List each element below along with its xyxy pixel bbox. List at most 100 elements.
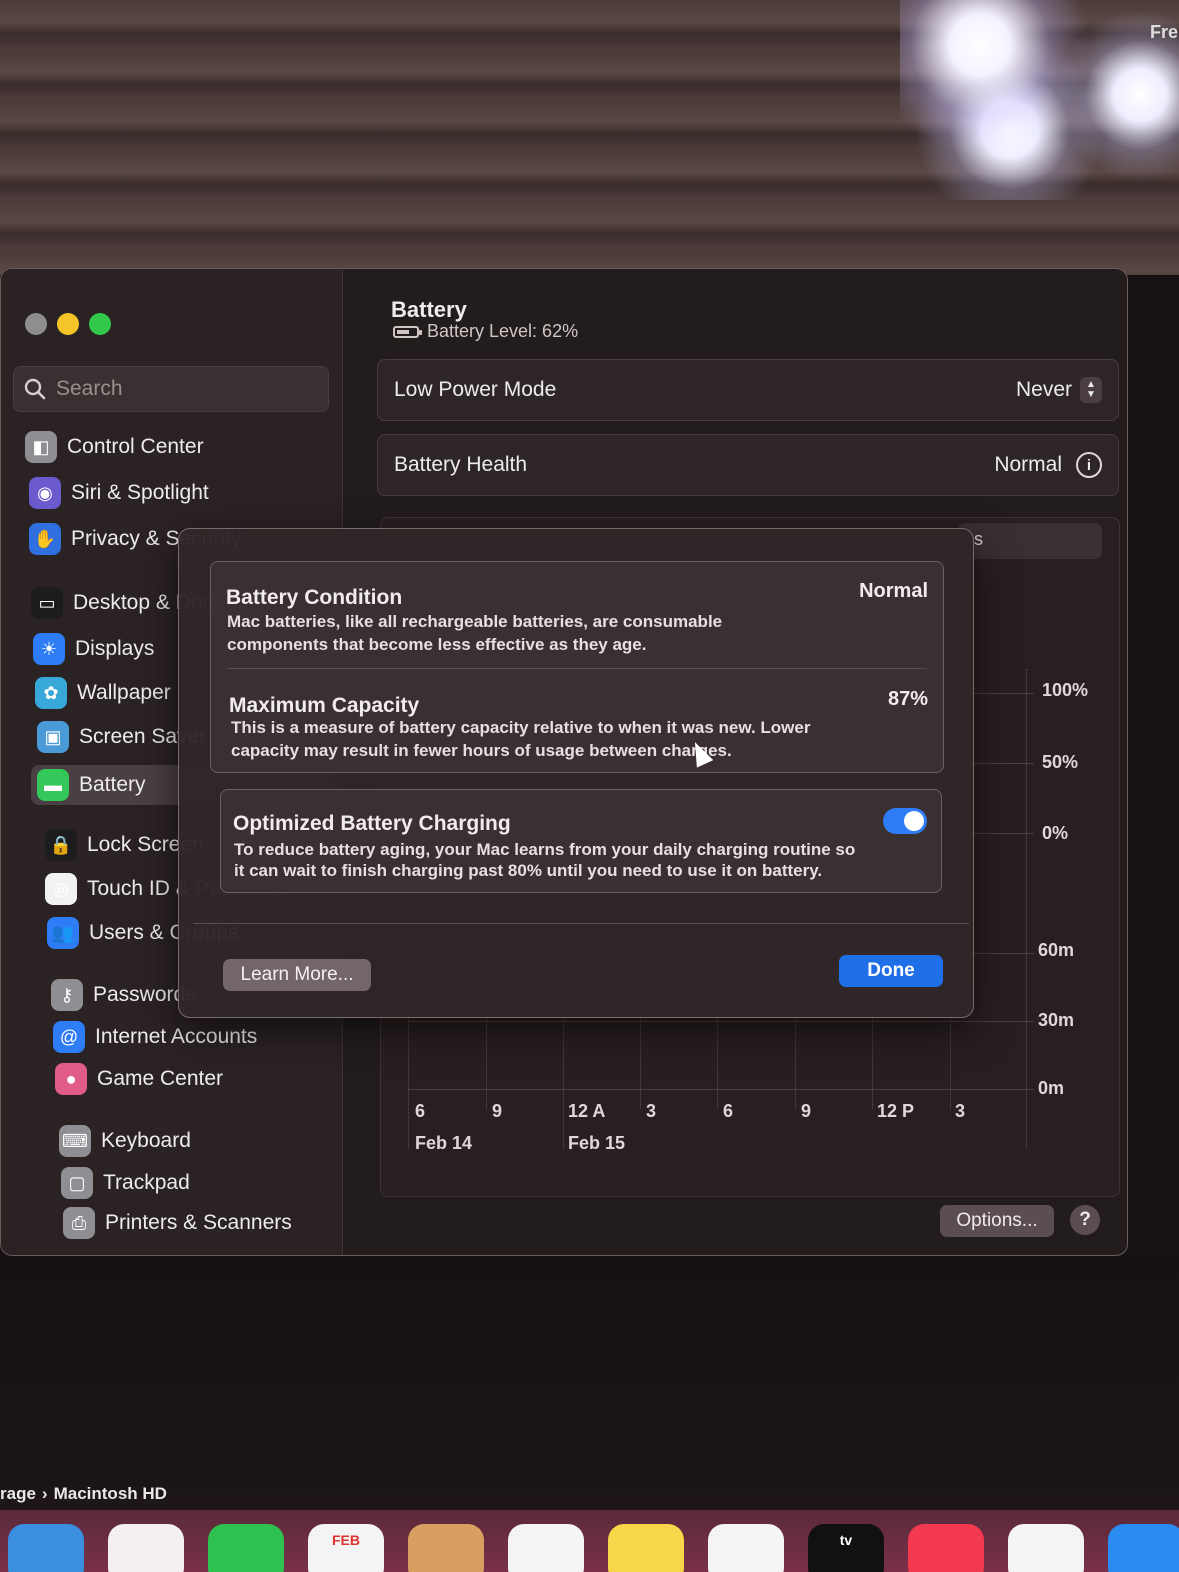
apple-tv-icon[interactable]: tv <box>808 1524 884 1572</box>
control-center-icon: ◧ <box>25 431 57 463</box>
dock-icon-glyph: tv <box>839 1532 853 1548</box>
time-tick-label: 9 <box>801 1101 812 1121</box>
sidebar-item-control-center[interactable]: ◧ Control Center <box>25 431 204 463</box>
date-label: Feb 14 <box>415 1133 473 1153</box>
hand-icon: ✋ <box>29 523 61 555</box>
time-tick-label: 9 <box>492 1101 503 1121</box>
sidebar-item-wallpaper[interactable]: ✿ Wallpaper <box>35 677 171 709</box>
time-tick-label: 6 <box>723 1101 734 1121</box>
notes-icon[interactable] <box>608 1524 684 1572</box>
usage-axis-label: 30m <box>1038 1010 1075 1030</box>
sidebar-item-game-center[interactable]: ● Game Center <box>55 1063 223 1095</box>
minimize-button[interactable] <box>57 313 79 335</box>
battery-condition-title: Battery Condition <box>226 586 403 609</box>
trackpad-icon: ▢ <box>61 1167 93 1199</box>
sun-icon: ☀ <box>33 633 65 665</box>
learn-more-button[interactable]: Learn More... <box>223 959 371 991</box>
divider <box>227 668 927 669</box>
printer-icon: ⎙ <box>63 1207 95 1239</box>
low-power-mode-value: Never <box>1015 378 1072 401</box>
battery-condition-desc: Mac batteries, like all rechargeable bat… <box>227 612 723 631</box>
time-tick-label: 3 <box>646 1101 657 1121</box>
footer-divider <box>193 923 969 924</box>
chevron-up-down-icon: ▲ ▼ <box>1080 377 1102 403</box>
reminders-icon[interactable] <box>508 1524 584 1572</box>
date-label: Feb 15 <box>568 1133 626 1153</box>
sidebar-item-displays[interactable]: ☀ Displays <box>33 633 154 665</box>
low-power-mode-row: Low Power Mode Never ▲ ▼ <box>377 359 1119 421</box>
zoom-button[interactable] <box>89 313 111 335</box>
keyboard-icon: ⌨ <box>59 1125 91 1157</box>
dock-icon: ▭ <box>31 587 63 619</box>
sidebar-item-passwords[interactable]: ⚷ Passwords <box>51 979 196 1011</box>
app-store-icon[interactable] <box>1108 1524 1179 1572</box>
toggle-knob <box>904 811 924 831</box>
sidebar-item-label: Siri & Spotlight <box>71 481 209 504</box>
users-icon: 👥 <box>47 917 79 949</box>
info-icon[interactable]: i <box>1076 452 1102 478</box>
sidebar-item-label: Wallpaper <box>77 681 171 704</box>
sidebar-item-label: Printers & Scanners <box>105 1211 292 1234</box>
battery-health-label: Battery Health <box>394 453 528 476</box>
optimized-charging-toggle[interactable] <box>883 808 927 834</box>
done-button[interactable]: Done <box>839 955 943 987</box>
sidebar-item-trackpad[interactable]: ▢ Trackpad <box>61 1167 190 1199</box>
path-separator: › <box>41 1484 48 1503</box>
contacts-icon[interactable] <box>408 1524 484 1572</box>
sidebar-item-label: Internet Accounts <box>95 1025 258 1048</box>
time-range-segmented-control[interactable]: s <box>958 523 1102 559</box>
wallpaper-icon: ✿ <box>35 677 67 709</box>
sidebar-item-printers-scanners[interactable]: ⎙ Printers & Scanners <box>63 1207 292 1239</box>
segment-label: s <box>974 529 983 549</box>
time-gridline <box>950 1009 951 1109</box>
time-tick-label: 12 A <box>568 1101 606 1121</box>
options-button[interactable]: Options... <box>940 1205 1054 1237</box>
optimized-charging-title: Optimized Battery Charging <box>233 812 511 835</box>
sidebar-item-keyboard[interactable]: ⌨ Keyboard <box>59 1125 191 1157</box>
time-tick-label: 12 P <box>877 1101 915 1121</box>
music-icon[interactable] <box>908 1524 984 1572</box>
time-gridline <box>408 1009 409 1149</box>
page-title: Battery <box>391 297 467 322</box>
search-placeholder: Search <box>56 377 123 400</box>
maps-icon[interactable] <box>8 1524 84 1572</box>
siri-icon: ◉ <box>29 477 61 509</box>
battery-condition-value: Normal <box>859 580 928 602</box>
search-input[interactable]: Search <box>13 366 329 412</box>
game-center-icon: ● <box>55 1063 87 1095</box>
sidebar-item-label: Displays <box>75 637 155 660</box>
battery-info-group: Battery Condition Normal Mac batteries, … <box>210 561 944 773</box>
battery-level: Battery Level: 62% <box>393 321 578 342</box>
sidebar-item-siri-spotlight[interactable]: ◉ Siri & Spotlight <box>29 477 209 509</box>
sidebar-item-label: Keyboard <box>101 1129 191 1152</box>
level-axis-label: 100% <box>1042 680 1089 700</box>
key-icon: ⚷ <box>51 979 83 1011</box>
battery-condition-desc: components that become less effective as… <box>227 635 647 654</box>
sidebar-item-label: Battery <box>79 773 146 796</box>
low-power-mode-popup[interactable]: Never ▲ ▼ <box>1016 377 1102 403</box>
path-segment[interactable]: rage <box>0 1484 36 1504</box>
optimized-charging-desc: it can wait to finish charging past 80% … <box>234 861 823 880</box>
time-gridline <box>717 1009 718 1109</box>
lock-icon: 🔒 <box>45 829 77 861</box>
battery-health-sheet: Battery Condition Normal Mac batteries, … <box>178 528 974 1018</box>
corner-text: Fre <box>1150 22 1179 42</box>
close-button[interactable] <box>25 313 47 335</box>
news-icon[interactable] <box>1008 1524 1084 1572</box>
sidebar-item-internet-accounts[interactable]: @ Internet Accounts <box>53 1021 257 1053</box>
time-tick-label: 6 <box>415 1101 426 1121</box>
maximum-capacity-value: 87% <box>887 688 928 710</box>
path-segment[interactable]: Macintosh HD <box>54 1484 167 1504</box>
light-glare <box>900 0 1179 200</box>
battery-level-text: Battery Level: 62% <box>427 321 579 341</box>
time-gridline <box>1026 669 1027 1149</box>
freeform-icon[interactable] <box>708 1524 784 1572</box>
photos-icon[interactable] <box>108 1524 184 1572</box>
facetime-icon[interactable] <box>208 1524 284 1572</box>
calendar-icon[interactable]: FEB <box>308 1524 384 1572</box>
battery-icon: ▬ <box>37 769 69 801</box>
help-button[interactable]: ? <box>1070 1205 1100 1235</box>
time-gridline <box>563 1009 564 1149</box>
maximum-capacity-title: Maximum Capacity <box>229 694 420 717</box>
at-icon: @ <box>53 1021 85 1053</box>
